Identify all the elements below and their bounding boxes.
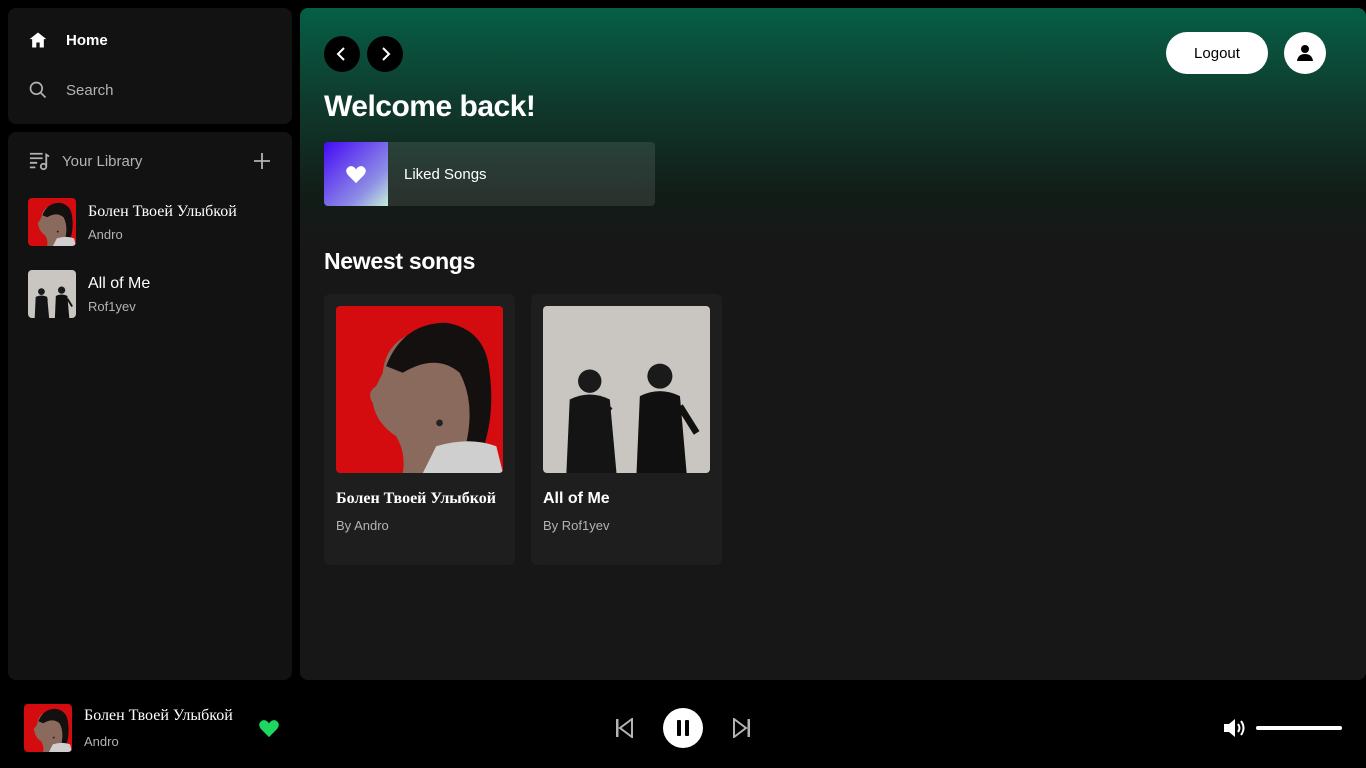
skip-back-icon — [616, 718, 633, 738]
library-item[interactable]: All of Me Rof1yev — [28, 270, 150, 318]
song-cover — [28, 270, 76, 318]
main-content: Logout Welcome back! Liked Songs Newest … — [300, 8, 1366, 680]
song-card-artist: By Rof1yev — [543, 518, 610, 533]
song-card[interactable]: Болен Твоей Улыбкой By Andro — [324, 294, 515, 565]
pause-icon — [677, 720, 689, 736]
sidebar-nav: Home Search — [8, 8, 292, 124]
back-button[interactable] — [324, 36, 360, 72]
user-icon — [1297, 45, 1313, 61]
logout-button[interactable]: Logout — [1166, 32, 1268, 74]
library-item[interactable]: Болен Твоей Улыбкой Andro — [28, 198, 237, 246]
nav-search-label: Search — [66, 81, 114, 99]
volume-icon[interactable] — [1222, 716, 1248, 740]
library-item-artist: Andro — [88, 226, 123, 242]
plus-icon[interactable] — [252, 151, 272, 171]
library-panel: Your Library Болен Твоей Улыбкой Andro A… — [8, 132, 292, 680]
player-bar: Болен Твоей Улыбкой Andro — [0, 688, 1366, 768]
next-button[interactable] — [730, 716, 754, 740]
chevron-left-icon — [336, 47, 345, 61]
volume-slider[interactable] — [1256, 726, 1342, 730]
song-cover — [28, 198, 76, 246]
chevron-right-icon — [382, 47, 391, 61]
section-title: Newest songs — [324, 248, 476, 274]
volume-level — [1256, 726, 1342, 730]
liked-songs-art — [324, 142, 388, 206]
library-icon[interactable] — [28, 150, 52, 172]
library-item-title: All of Me — [88, 274, 151, 292]
now-playing-title[interactable]: Болен Твоей Улыбкой — [84, 707, 233, 725]
liked-songs-label: Liked Songs — [404, 165, 487, 183]
nav-home[interactable]: Home — [28, 30, 108, 50]
nav-search[interactable]: Search — [28, 80, 114, 100]
home-icon — [28, 30, 48, 50]
heart-icon — [346, 166, 366, 184]
skip-forward-icon — [733, 718, 750, 738]
library-item-title: Болен Твоей Улыбкой — [88, 202, 237, 220]
song-card-artist: By Andro — [336, 518, 389, 533]
forward-button[interactable] — [367, 36, 403, 72]
now-playing-artist[interactable]: Andro — [84, 734, 119, 749]
liked-songs-tile[interactable]: Liked Songs — [324, 142, 655, 206]
song-cover — [543, 306, 710, 473]
song-card[interactable]: All of Me By Rof1yev — [531, 294, 722, 565]
pause-button[interactable] — [663, 708, 703, 748]
previous-button[interactable] — [612, 716, 636, 740]
library-title[interactable]: Your Library — [62, 153, 142, 170]
page-title: Welcome back! — [324, 90, 536, 123]
library-header: Your Library — [28, 150, 272, 172]
song-cover — [336, 306, 503, 473]
library-item-artist: Rof1yev — [88, 298, 136, 314]
search-icon — [28, 80, 48, 100]
like-heart-icon[interactable] — [258, 718, 280, 738]
nav-home-label: Home — [66, 31, 108, 49]
song-card-title: All of Me — [543, 490, 610, 507]
user-avatar-button[interactable] — [1284, 32, 1326, 74]
now-playing-cover — [24, 704, 72, 752]
song-card-title: Болен Твоей Улыбкой — [336, 490, 497, 507]
